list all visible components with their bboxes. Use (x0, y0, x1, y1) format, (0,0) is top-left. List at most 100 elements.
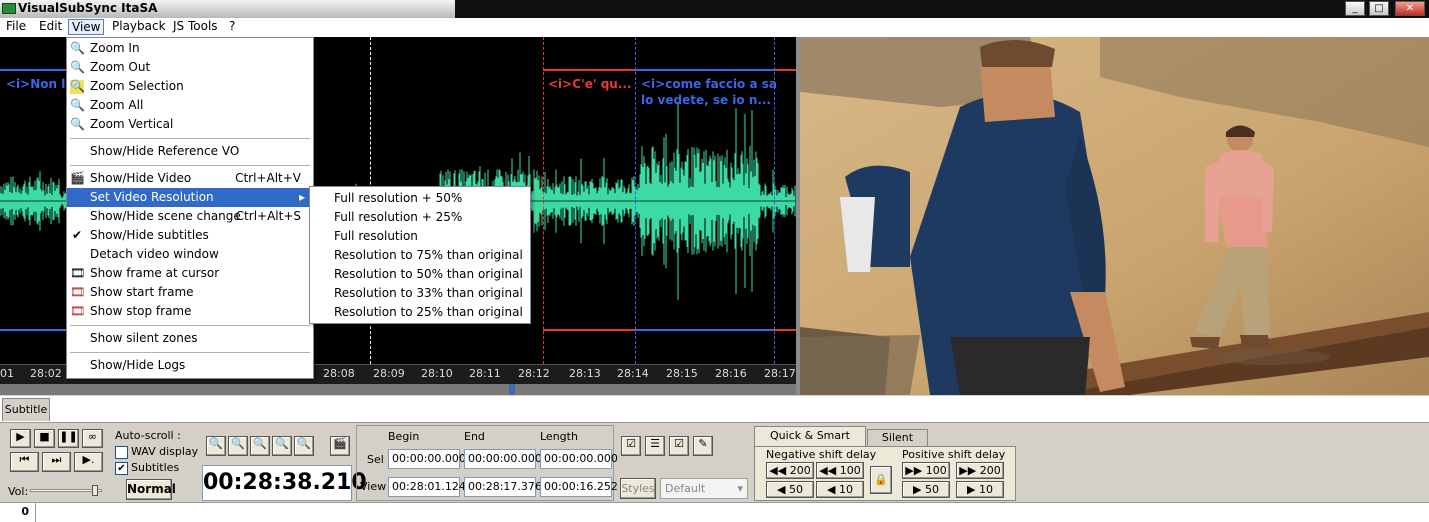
menu-item-show-hide-logs[interactable]: Show/Hide Logs (67, 356, 313, 375)
menu-item-zoom-out[interactable]: 🔍 Zoom Out (67, 58, 313, 77)
menu-item-resolution[interactable]: Resolution to 50% than original (310, 265, 530, 284)
menu-item-resolution[interactable]: Full resolution + 50% (310, 189, 530, 208)
edit-button[interactable]: ✎ (693, 436, 713, 456)
begin-header: Begin (388, 430, 420, 443)
menu-item-resolution[interactable]: Resolution to 75% than original (310, 246, 530, 265)
menu-item-zoom-vertical[interactable]: 🔍 Zoom Vertical (67, 115, 313, 134)
menu-view[interactable]: View (68, 19, 105, 35)
normal-mode-button[interactable]: Normal (126, 479, 176, 500)
checkmark-icon: ✔ (71, 228, 83, 242)
menu-item-resolution[interactable]: Full resolution + 25% (310, 208, 530, 227)
menu-item-show-hide-subtitles[interactable]: ✔ Show/Hide subtitles (67, 226, 313, 245)
subtitle-text[interactable]: <i>C'e' qu... (548, 76, 633, 92)
play-to-end-button[interactable]: ▶. (74, 452, 103, 472)
styles-button[interactable]: Styles (620, 478, 656, 499)
subtitles-checkbox[interactable]: ✔ (115, 462, 128, 475)
menu-playback[interactable]: Playback (109, 19, 169, 35)
zoom-selection-button[interactable]: 🔍 (250, 436, 270, 456)
zoom-vertical-button[interactable]: 🔍 (294, 436, 314, 456)
sel-length-field[interactable]: 00:00:00.000 (540, 449, 618, 469)
menu-item-zoom-all[interactable]: 🔍 Zoom All (67, 96, 313, 115)
zoom-in-icon: 🔍 (70, 41, 85, 55)
pause-button[interactable]: ❚❚ (58, 429, 79, 448)
negative-delay-10-button[interactable]: ◀ 10 (816, 481, 864, 498)
positive-delay-50-button[interactable]: ▶ 50 (902, 481, 950, 498)
volume-slider-thumb[interactable] (92, 485, 98, 496)
time-tick: 28:12 (518, 367, 550, 380)
menu-item-show-frame-at-cursor[interactable]: 🎞 Show frame at cursor (67, 264, 313, 283)
sel-begin-field[interactable]: 00:00:00.000 (388, 449, 466, 469)
menu-item-zoom-selection[interactable]: 🔍 Zoom Selection (67, 77, 313, 96)
subtitle-text[interactable]: <i>Non lo (6, 76, 66, 92)
tab-subtitle[interactable]: Subtitle (2, 398, 50, 421)
stop-icon: ■ (39, 430, 50, 443)
zoom-vertical-icon: 🔍 (297, 437, 311, 450)
pencil-icon: ✎ (698, 437, 708, 450)
view-length-field[interactable]: 00:00:16.252 (540, 477, 618, 497)
maximize-button[interactable]: □ (1369, 1, 1389, 16)
close-button[interactable]: ✕ (1395, 1, 1425, 16)
subtitle-text[interactable]: <i>come faccio a sa (641, 76, 776, 92)
end-header: End (464, 430, 485, 443)
check-all-button[interactable]: ☑ (669, 436, 689, 456)
menu-item-resolution[interactable]: Resolution to 25% than original (310, 303, 530, 322)
checkbox-icon: ☑ (626, 437, 636, 450)
positive-delay-100-button[interactable]: ▶▶ 100 (902, 462, 950, 479)
positive-delay-10-button[interactable]: ▶ 10 (956, 481, 1004, 498)
zoom-selection-icon: 🔍 (70, 79, 85, 94)
video-preview[interactable] (800, 37, 1429, 395)
subtitle-text[interactable]: lo vedete, se io n... (641, 92, 776, 108)
positive-delay-200-button[interactable]: ▶▶ 200 (956, 462, 1004, 479)
loop-button[interactable]: ∞ (82, 429, 103, 448)
check-subtitle-button[interactable]: ☑ (621, 436, 641, 456)
zoom-all-button[interactable]: 🔍 (272, 436, 292, 456)
menu-item-detach-video-window[interactable]: Detach video window (67, 245, 313, 264)
menu-item-show-silent-zones[interactable]: Show silent zones (67, 329, 313, 348)
menu-item-show-hide-scene-change[interactable]: Show/Hide scene change Ctrl+Alt+S (67, 207, 313, 226)
subtitle-range-bottom (0, 329, 66, 331)
video-toggle-button[interactable]: 🎬 (330, 436, 350, 456)
menu-item-set-video-resolution[interactable]: Set Video Resolution ▸ (67, 188, 313, 207)
wav-display-checkbox[interactable] (115, 446, 128, 459)
view-end-field[interactable]: 00:28:17.376 (464, 477, 542, 497)
style-select-value: Default (665, 482, 706, 495)
menu-item-resolution[interactable]: Resolution to 33% than original (310, 284, 530, 303)
previous-button[interactable]: ⏮ (10, 452, 39, 472)
tab-quick-smart-delay[interactable]: Quick & Smart Delay (754, 426, 866, 460)
menu-item-show-hide-reference-vo[interactable]: Show/Hide Reference VO (67, 142, 313, 161)
time-tick: 28:17 (764, 367, 796, 380)
status-count: 0 (0, 503, 36, 522)
smart-delay-button[interactable]: 🔒 (870, 466, 892, 494)
negative-delay-100-button[interactable]: ◀◀ 100 (816, 462, 864, 479)
play-button[interactable]: ▶ (10, 429, 31, 448)
sel-end-field[interactable]: 00:00:00.000 (464, 449, 542, 469)
negative-delay-50-button[interactable]: ◀ 50 (766, 481, 814, 498)
subtitle-range-bottom (774, 329, 796, 331)
zoom-in-button[interactable]: 🔍 (206, 436, 226, 456)
left-arrow-icon: ◀ (777, 483, 789, 496)
tab-silent-zone[interactable]: Silent Zone (867, 429, 928, 459)
menu-file[interactable]: File (3, 19, 29, 35)
stop-button[interactable]: ■ (34, 429, 55, 448)
menu-item-show-stop-frame[interactable]: 🎞 Show stop frame (67, 302, 313, 321)
menu-bar: File Edit View Playback JS Tools ? (0, 18, 1429, 37)
negative-delay-200-button[interactable]: ◀◀ 200 (766, 462, 814, 479)
volume-label: Vol: (8, 485, 29, 498)
menu-separator (70, 138, 310, 139)
menu-item-show-start-frame[interactable]: 🎞 Show start frame (67, 283, 313, 302)
scrollbar-thumb[interactable] (509, 384, 515, 395)
menu-js-tools[interactable]: JS Tools (170, 19, 221, 35)
waveform-scrollbar[interactable] (0, 384, 796, 395)
next-button[interactable]: ⏭ (42, 452, 71, 472)
view-begin-field[interactable]: 00:28:01.124 (388, 477, 466, 497)
minimize-button[interactable]: _ (1345, 1, 1365, 16)
menu-edit[interactable]: Edit (36, 19, 65, 35)
menu-item-zoom-in[interactable]: 🔍 Zoom In (67, 39, 313, 58)
menu-help[interactable]: ? (226, 19, 238, 35)
list-button[interactable]: ☰ (645, 436, 665, 456)
right-arrow-icon: ▶ (913, 483, 925, 496)
menu-item-show-hide-video[interactable]: 🎬 Show/Hide Video Ctrl+Alt+V (67, 169, 313, 188)
menu-item-resolution[interactable]: Full resolution (310, 227, 530, 246)
zoom-out-button[interactable]: 🔍 (228, 436, 248, 456)
style-select[interactable]: Default ▾ (660, 478, 748, 499)
